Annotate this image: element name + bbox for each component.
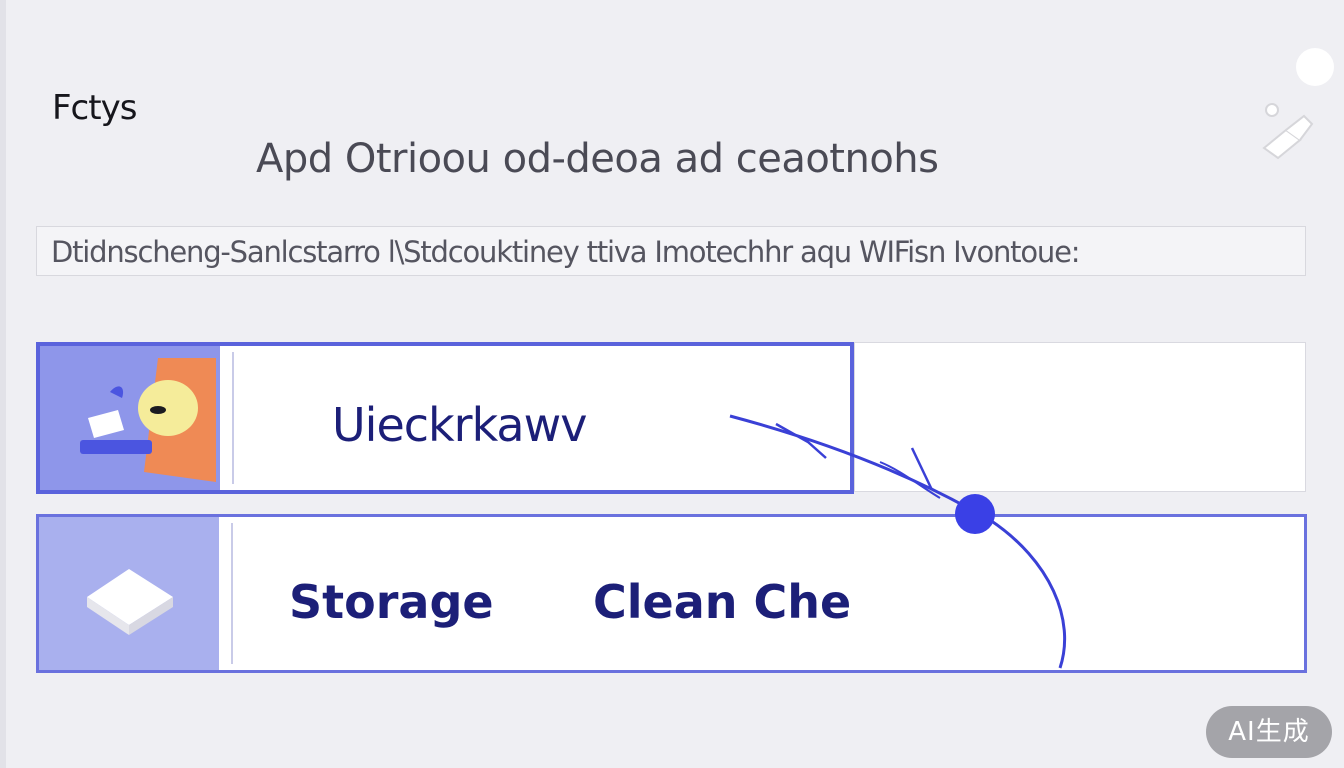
description-text: Dtidnscheng-Sanlcstarro l\Stdcouktiney t… [51,235,1080,269]
card-divider [231,523,233,664]
eraser-icon [87,569,173,635]
option-card-2[interactable]: Storage Clean Che [36,514,1307,673]
card-icon-panel [39,517,219,670]
clean-cache-button[interactable]: Clean Che [593,575,851,629]
status-dot [1296,48,1334,86]
page-title: Apd Otrioou od-deoa ad ceaotnohs [256,136,939,182]
card-icon-panel [40,346,220,490]
storage-label: Storage [289,575,494,629]
card-divider [232,352,234,484]
ai-generated-badge: AI生成 [1206,706,1332,758]
tools-icon [80,358,216,482]
app-title: Fctys [52,88,137,128]
card-extension [854,342,1306,492]
broom-icon[interactable] [1256,96,1316,166]
description-bar: Dtidnscheng-Sanlcstarro l\Stdcouktiney t… [36,226,1306,276]
card-label: Uieckrkawv [332,398,587,452]
option-card-1[interactable]: Uieckrkawv [36,342,854,494]
window-edge [0,0,6,768]
